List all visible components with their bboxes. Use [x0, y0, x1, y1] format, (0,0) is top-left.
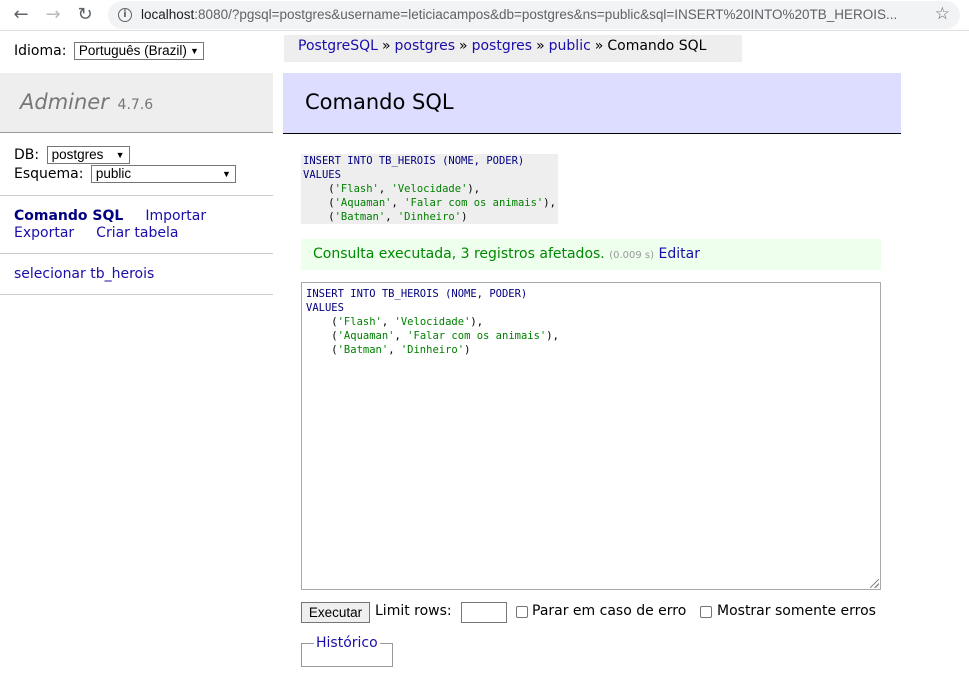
breadcrumb: PostgreSQL» postgres» postgres» public» Coma… — [284, 35, 742, 62]
only-errors-checkbox[interactable] — [700, 606, 712, 618]
resize-handle-icon[interactable] — [870, 579, 879, 588]
db-select[interactable]: postgres ▼ — [46, 146, 130, 164]
chevron-down-icon: ▼ — [221, 169, 231, 179]
executed-query: INSERT INTO TB_HEROIS (NOME, PODER) VALU… — [301, 154, 558, 224]
execute-button[interactable]: Executar — [301, 602, 370, 623]
menu-sql-command[interactable]: Comando SQL — [14, 208, 123, 224]
browser-toolbar: ← → ↻ i localhost:8080/?pgsql=postgres&u… — [0, 0, 969, 31]
schema-label: Esquema: — [14, 166, 84, 182]
language-label: Idioma: — [14, 43, 67, 59]
forward-icon[interactable]: → — [42, 4, 64, 26]
chevron-down-icon: ▼ — [115, 150, 125, 160]
menu-create-table[interactable]: Criar tabela — [96, 225, 178, 241]
limit-label: Limit rows: — [375, 603, 452, 619]
logo-box: Adminer 4.7.6 — [0, 73, 273, 133]
breadcrumb-schema[interactable]: public — [549, 38, 591, 54]
history-link[interactable]: Histórico — [315, 635, 379, 651]
limit-rows-input[interactable] — [461, 602, 507, 623]
edit-link[interactable]: Editar — [659, 246, 700, 262]
stop-on-error-checkbox[interactable] — [516, 606, 528, 618]
table-list: selecionar tb_herois — [14, 266, 154, 282]
query-time: (0.009 s) — [609, 250, 655, 261]
schema-row: Esquema: public ▼ — [14, 165, 236, 183]
app-logo[interactable]: Adminer 4.7.6 — [20, 90, 153, 114]
language-select[interactable]: Português (Brazil) ▼ — [73, 42, 204, 60]
db-row: DB: postgres ▼ — [14, 146, 130, 164]
message-text: Consulta executada, 3 registros afetados… — [313, 246, 605, 262]
breadcrumb-current: Comando SQL — [607, 38, 707, 54]
language-selector: Idioma: Português (Brazil) ▼ — [14, 42, 204, 60]
bookmark-star-icon[interactable]: ☆ — [935, 4, 950, 24]
only-errors-label[interactable]: Mostrar somente erros — [717, 603, 876, 619]
breadcrumb-database[interactable]: postgres — [472, 38, 532, 54]
breadcrumb-driver[interactable]: PostgreSQL — [298, 38, 378, 54]
menu-export[interactable]: Exportar — [14, 225, 74, 241]
reload-icon[interactable]: ↻ — [74, 4, 96, 26]
schema-select[interactable]: public ▼ — [90, 165, 236, 183]
query-controls: Executar Limit rows: Parar em caso de er… — [301, 602, 901, 624]
sidebar-menu: Comando SQL Importar Exportar Criar tabela — [14, 208, 264, 242]
stop-on-error-label[interactable]: Parar em caso de erro — [532, 603, 686, 619]
menu-import[interactable]: Importar — [145, 208, 206, 224]
address-bar[interactable]: i localhost:8080/?pgsql=postgres&usernam… — [108, 1, 960, 29]
db-label: DB: — [14, 147, 40, 163]
divider — [0, 253, 273, 254]
info-icon[interactable]: i — [118, 8, 132, 22]
breadcrumb-server[interactable]: postgres — [395, 38, 455, 54]
divider — [0, 195, 273, 196]
chevron-down-icon: ▼ — [189, 46, 199, 56]
success-message: Consulta executada, 3 registros afetados… — [301, 239, 881, 270]
url-text[interactable]: localhost:8080/?pgsql=postgres&username=… — [141, 6, 931, 24]
sql-editor[interactable]: INSERT INTO TB_HEROIS (NOME, PODER) VALU… — [301, 282, 881, 590]
page-title: Comando SQL — [283, 73, 901, 134]
table-link-tb-herois[interactable]: selecionar tb_herois — [14, 266, 154, 282]
back-icon[interactable]: ← — [10, 4, 32, 26]
version: 4.7.6 — [117, 97, 154, 113]
divider — [0, 294, 273, 295]
